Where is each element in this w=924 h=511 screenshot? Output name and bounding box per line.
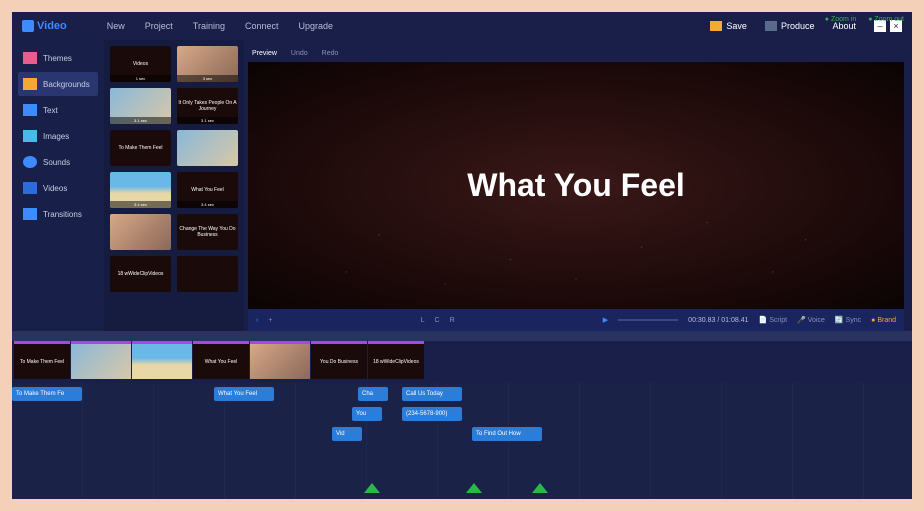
- sidebar-item-videos[interactable]: Videos: [18, 176, 98, 200]
- themes-icon: [23, 52, 37, 64]
- app-name: Video: [37, 20, 67, 32]
- produce-button[interactable]: Produce: [765, 21, 815, 31]
- script-button[interactable]: 📄 Script: [759, 316, 788, 324]
- sidebar-item-transitions[interactable]: Transitions: [18, 202, 98, 226]
- timeline-clip[interactable]: You Do Business: [311, 341, 367, 379]
- timeline-clip[interactable]: [250, 341, 310, 379]
- sidebar-item-text[interactable]: Text: [18, 98, 98, 122]
- text-icon: [23, 104, 37, 116]
- library-thumb[interactable]: 3 sec: [177, 46, 238, 82]
- images-icon: [23, 130, 37, 142]
- logo-icon: [22, 20, 34, 32]
- track-clip[interactable]: To Find Out How: [472, 427, 542, 441]
- library-thumb[interactable]: [110, 214, 171, 250]
- produce-label: Produce: [781, 21, 815, 31]
- sidebar-item-themes[interactable]: Themes: [18, 46, 98, 70]
- sounds-icon: [23, 156, 37, 168]
- progress-bar[interactable]: [618, 319, 678, 321]
- sidebar-item-images[interactable]: Images: [18, 124, 98, 148]
- videos-icon: [23, 182, 37, 194]
- timeline-ruler[interactable]: [12, 331, 912, 341]
- library-thumb[interactable]: [177, 256, 238, 292]
- nav-upgrade[interactable]: Upgrade: [299, 21, 334, 31]
- zoom-out-button[interactable]: ● Zoom out: [868, 16, 904, 23]
- timeline: To Make Them Feel What You Feel You Do Bus…: [12, 331, 912, 499]
- track-clip[interactable]: To Make Them Fe: [12, 387, 82, 401]
- undo-button[interactable]: Undo: [291, 50, 308, 57]
- play-button[interactable]: ▶: [603, 316, 608, 324]
- transitions-icon: [23, 208, 37, 220]
- library-thumb[interactable]: What You Feel3.4 sec: [177, 172, 238, 208]
- sidebar: ThemesBackgroundsTextImagesSoundsVideosT…: [12, 40, 104, 331]
- align-l[interactable]: L: [421, 317, 425, 324]
- produce-icon: [765, 21, 777, 31]
- add-button[interactable]: +: [268, 317, 272, 324]
- library-thumb[interactable]: Videos1 sec: [110, 46, 171, 82]
- timecode: 00:30.83 / 01:08.41: [688, 317, 748, 324]
- library-thumb[interactable]: 18 wWideClipVideos: [110, 256, 171, 292]
- brand-button[interactable]: ● Brand: [871, 317, 896, 324]
- library-thumb[interactable]: Change The Way You Do Business: [177, 214, 238, 250]
- nav-project[interactable]: Project: [145, 21, 173, 31]
- preview-label: Preview: [252, 50, 277, 57]
- save-label: Save: [726, 21, 747, 31]
- track-clip[interactable]: Call Us Today: [402, 387, 462, 401]
- timeline-video-track[interactable]: To Make Them Feel What You Feel You Do Bus…: [12, 341, 912, 383]
- prev-button[interactable]: ‹: [256, 317, 258, 324]
- particles: [248, 62, 904, 309]
- timeline-clip[interactable]: 18 wWideClipVideos: [368, 341, 424, 379]
- timeline-clip[interactable]: What You Feel: [193, 341, 249, 379]
- library-thumb[interactable]: [177, 130, 238, 166]
- library-thumb[interactable]: 3.1 sec: [110, 88, 171, 124]
- timeline-clip[interactable]: [71, 341, 131, 379]
- nav-connect[interactable]: Connect: [245, 21, 279, 31]
- library-thumb[interactable]: It Only Takes People On A Journey3.1 sec: [177, 88, 238, 124]
- backgrounds-icon: [23, 78, 37, 90]
- align-r[interactable]: R: [450, 317, 455, 324]
- timeline-clip[interactable]: [132, 341, 192, 379]
- logo: Video: [22, 20, 67, 32]
- track-clip[interactable]: Cha: [358, 387, 388, 401]
- voice-button[interactable]: 🎤 Voice: [797, 316, 825, 324]
- nav-new[interactable]: New: [107, 21, 125, 31]
- marker-icon[interactable]: [532, 483, 548, 493]
- sidebar-item-sounds[interactable]: Sounds: [18, 150, 98, 174]
- track-clip[interactable]: (234-5678-900): [402, 407, 462, 421]
- preview-header: Preview Undo Redo ● Zoom in ● Zoom out: [248, 44, 904, 62]
- save-icon: [710, 21, 722, 31]
- library-thumb[interactable]: To Make Them Feel: [110, 130, 171, 166]
- track-clip[interactable]: What You Feel: [214, 387, 274, 401]
- marker-icon[interactable]: [364, 483, 380, 493]
- track-clip[interactable]: Vid: [332, 427, 362, 441]
- timeline-clip[interactable]: To Make Them Feel: [14, 341, 70, 379]
- library-thumb[interactable]: 3.4 sec: [110, 172, 171, 208]
- save-button[interactable]: Save: [710, 21, 747, 31]
- sidebar-item-backgrounds[interactable]: Backgrounds: [18, 72, 98, 96]
- align-c[interactable]: C: [435, 317, 440, 324]
- top-nav: New Project Training Connect Upgrade: [107, 21, 333, 31]
- redo-button[interactable]: Redo: [322, 50, 339, 57]
- preview-canvas[interactable]: What You Feel: [248, 62, 904, 309]
- library-panel: Videos1 sec3 sec3.1 secIt Only Takes Peo…: [104, 40, 244, 331]
- marker-icon[interactable]: [466, 483, 482, 493]
- timeline-tracks[interactable]: To Make Them Fe What You Feel Cha Call Us T…: [12, 383, 912, 499]
- nav-training[interactable]: Training: [193, 21, 225, 31]
- zoom-in-button[interactable]: ● Zoom in: [825, 16, 856, 23]
- track-clip[interactable]: You: [352, 407, 382, 421]
- topbar: Video New Project Training Connect Upgrade S…: [12, 12, 912, 40]
- preview-area: Preview Undo Redo ● Zoom in ● Zoom out W…: [244, 40, 912, 331]
- sync-button[interactable]: 🔄 Sync: [835, 316, 861, 324]
- playback-controls: ‹ + L C R ▶ 00:30.83 / 01:08.41 📄 Script…: [248, 309, 904, 331]
